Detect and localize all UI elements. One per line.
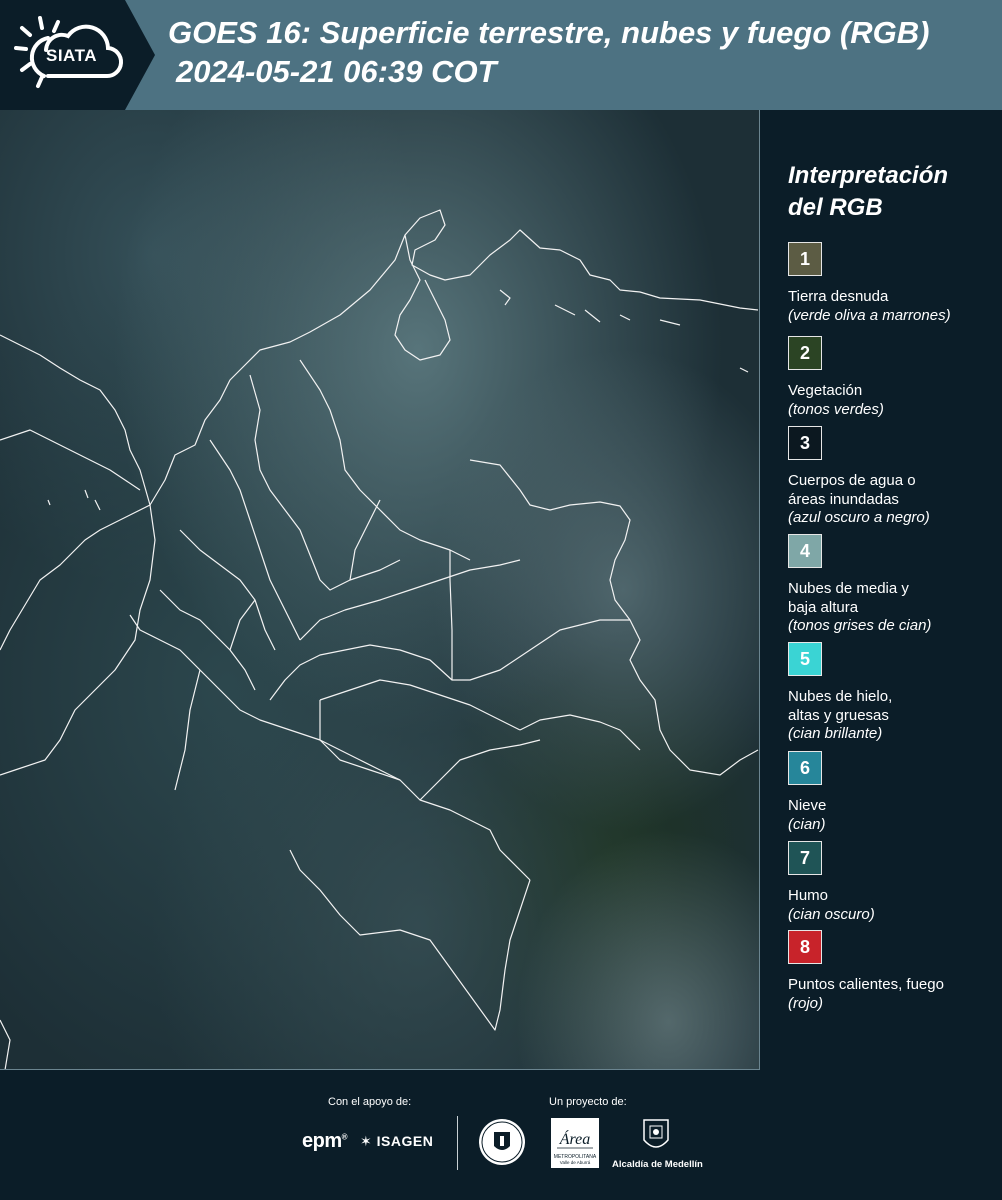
page-title: GOES 16: Superficie terrestre, nubes y f…: [168, 15, 930, 50]
legend-label: Humo: [788, 887, 829, 904]
satellite-map[interactable]: [0, 110, 760, 1070]
swatch-7: 7: [788, 841, 822, 875]
swatch-2: 2: [788, 336, 822, 370]
legend-desc: (azul oscuro a negro): [788, 509, 930, 526]
legend-label: Nubes de media y baja altura: [788, 580, 909, 616]
support-label: Con el apoyo de:: [328, 1096, 412, 1108]
satellite-rgb-image: [0, 110, 759, 1069]
legend-item-water: 3 Cuerpos de agua o áreas inundadas (azu…: [788, 426, 930, 528]
header-bar: SIATA GOES 16: Superficie terrestre, nub…: [0, 0, 1002, 110]
footer: Con el apoyo de: Un proyecto de: epm® ✶ …: [0, 1072, 1002, 1200]
swatch-5: 5: [788, 642, 822, 676]
legend-label: Nubes de hielo, altas y gruesas: [788, 688, 893, 724]
legend-desc: (tonos verdes): [788, 400, 884, 418]
legend-label: Cuerpos de agua o áreas inundadas: [788, 472, 916, 508]
timestamp: 2024-05-21 06:39 COT: [176, 54, 497, 89]
legend-desc: (tonos grises de cian): [788, 617, 932, 634]
isagen-logo: ✶ ISAGEN: [360, 1133, 434, 1149]
project-label: Un proyecto de:: [549, 1096, 627, 1108]
area-metropolitana-icon: Área METROPOLITANA Valle de Aburrá: [554, 1129, 597, 1165]
medellin-label: Alcaldía de Medellín: [612, 1159, 703, 1170]
legend-label: Vegetación: [788, 382, 863, 399]
swatch-4: 4: [788, 534, 822, 568]
legend-label: Nieve: [788, 797, 827, 814]
legend-label: Puntos calientes, fuego: [788, 976, 944, 993]
swatch-6: 6: [788, 751, 822, 785]
area-metropolitana-logo: Área METROPOLITANA Valle de Aburrá: [551, 1118, 599, 1168]
swatch-1: 1: [788, 242, 822, 276]
swatch-8: 8: [788, 930, 822, 964]
legend-desc: (cian): [788, 815, 826, 833]
medellin-shield-icon: [643, 1119, 669, 1148]
legend-item-snow: 6 Nieve (cian): [788, 751, 826, 834]
legend-item-smoke: 7 Humo (cian oscuro): [788, 841, 875, 924]
legend-desc: (rojo): [788, 994, 824, 1012]
university-seal-icon: [479, 1119, 525, 1165]
legend-item-bare-soil: 1 Tierra desnuda (verde oliva a marrones…: [788, 242, 951, 325]
legend-item-vegetation: 2 Vegetación (tonos verdes): [788, 336, 884, 419]
legend-title: Interpretación del RGB: [788, 162, 949, 221]
legend-item-fire: 8 Puntos calientes, fuego (rojo): [788, 930, 944, 1013]
legend-label: Tierra desnuda: [788, 288, 889, 305]
legend-item-ice-clouds: 5 Nubes de hielo, altas y gruesas (cian …: [788, 642, 892, 744]
rgb-legend: Interpretación del RGB 1 Tierra desnuda …: [788, 160, 993, 1012]
footer-divider: [457, 1116, 458, 1170]
legend-desc: (cian oscuro): [788, 905, 875, 923]
swatch-3: 3: [788, 426, 822, 460]
svg-text:Valle de Aburrá: Valle de Aburrá: [560, 1160, 591, 1165]
logo-text: SIATA: [46, 46, 97, 65]
legend-desc: (cian brillante): [788, 725, 883, 742]
svg-text:Área: Área: [559, 1129, 591, 1148]
legend-desc: (verde oliva a marrones): [788, 306, 951, 324]
legend-item-low-clouds: 4 Nubes de media y baja altura (tonos gr…: [788, 534, 931, 636]
epm-logo: epm®: [302, 1130, 348, 1152]
siata-logo: SIATA: [0, 0, 155, 110]
isagen-icon: ✶: [360, 1133, 373, 1149]
